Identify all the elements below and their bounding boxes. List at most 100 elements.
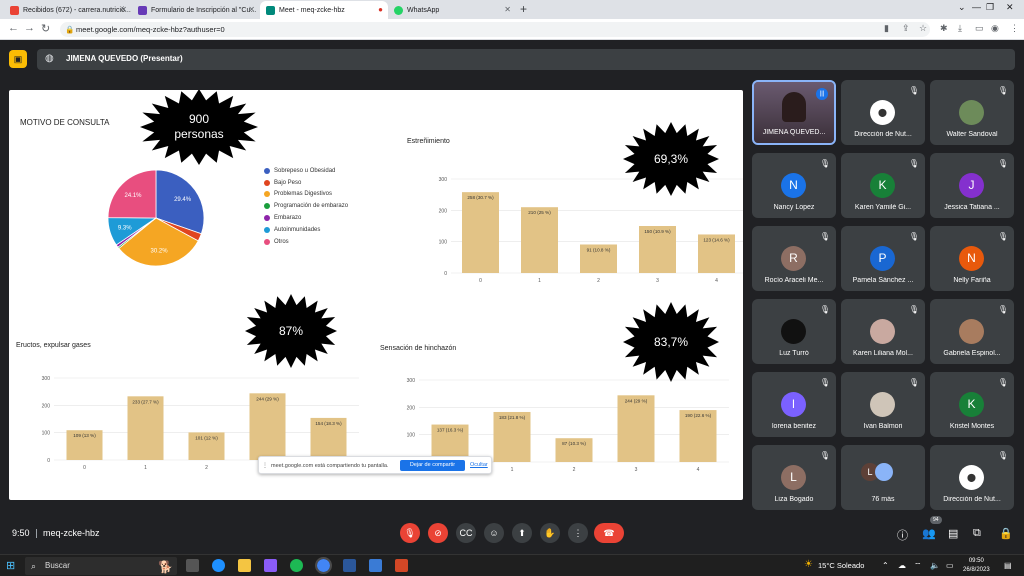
mic-off-icon: 🎙 — [997, 159, 1008, 168]
mail-icon[interactable] — [369, 559, 382, 572]
spotify-icon[interactable] — [290, 559, 303, 572]
share-notice-text: meet.google.com está compartiendo tu pan… — [271, 463, 389, 469]
close-window-icon[interactable]: ✕ — [1006, 2, 1014, 13]
participant-name: Karen Yamilé Gi... — [854, 204, 912, 211]
more-options-button[interactable]: ⋮ — [568, 523, 588, 543]
stop-sharing-button[interactable]: Dejar de compartir — [400, 460, 465, 471]
star-icon[interactable]: ☆ — [919, 23, 927, 34]
word-icon[interactable] — [343, 559, 356, 572]
sidepanel-icon[interactable]: ▭ — [975, 23, 984, 34]
people-icon[interactable]: 👥 — [922, 527, 936, 540]
present-screen-icon: ◍ — [45, 53, 54, 64]
bar-value-label: 150 (10.9 %) — [644, 229, 671, 234]
notifications-icon[interactable]: ▤ — [1004, 561, 1012, 570]
participant-tile[interactable]: ||| JIMENA QUEVED... — [752, 80, 836, 145]
recording-dot-icon[interactable]: ● — [378, 5, 383, 14]
bar-value-label: 233 (27.7 %) — [132, 399, 159, 404]
wifi-icon[interactable]: ⌔ — [914, 561, 922, 571]
participant-tile[interactable]: ⬤ 🎙 Dirección de Nut... — [930, 445, 1014, 510]
new-tab-button[interactable]: + — [520, 2, 527, 16]
reload-icon[interactable]: ↻ — [41, 22, 50, 35]
powerpoint-icon[interactable] — [395, 559, 408, 572]
legend-item: Programación de embarazo — [264, 200, 348, 212]
end-call-button[interactable]: ☎ — [594, 523, 624, 543]
presenter-bar[interactable]: ◍ JIMENA QUEVEDO (Presentar) — [37, 49, 1015, 70]
participant-tile[interactable]: P 🎙 Pamela Sánchez ... — [841, 226, 925, 291]
tab-formulario[interactable]: Formulario de Inscripción al "Cu... ✕ — [132, 1, 260, 19]
tab-meet[interactable]: Meet - meq-zcke-hbz ● — [260, 1, 388, 19]
camera-icon[interactable]: ▮ — [884, 23, 889, 34]
url-text: meet.google.com/meq-zcke-hbz?authuser=0 — [76, 25, 225, 34]
tab-gmail[interactable]: Recibidos (672) - carrera.nutrició... ✕ — [4, 1, 132, 19]
camera-off-button[interactable]: ⊘ — [428, 523, 448, 543]
chevron-up-icon[interactable]: ⌃ — [882, 561, 889, 570]
mic-off-icon: 🎙 — [908, 378, 919, 387]
participant-tile[interactable]: ⬤ 🎙 Dirección de Nut... — [841, 80, 925, 145]
weather-text[interactable]: 15°C Soleado — [818, 561, 864, 570]
participant-name: Gabriela Espinol... — [943, 350, 1001, 357]
participant-tile[interactable]: K 🎙 Karen Yamilé Gi... — [841, 153, 925, 218]
taskbar-clock[interactable]: 09:50 26/8/2023 — [963, 557, 990, 575]
participant-tile[interactable]: R 🎙 Rocío Araceli Me... — [752, 226, 836, 291]
chat-icon[interactable]: ▤ — [948, 527, 958, 540]
emoji-button[interactable]: ☺ — [484, 523, 504, 543]
logo-avatar: ⬤ — [870, 100, 895, 125]
extensions-icon[interactable]: ✱ — [940, 23, 948, 34]
chevron-down-icon[interactable]: ⌄ — [958, 2, 966, 13]
activities-icon[interactable]: ⧉ — [973, 527, 981, 540]
battery-icon[interactable]: ▭ — [946, 561, 954, 570]
presentation-icon[interactable]: ▣ — [9, 50, 27, 68]
restore-icon[interactable]: ❐ — [986, 2, 994, 13]
hide-button[interactable]: Ocultar — [470, 462, 488, 468]
back-icon[interactable]: ← — [8, 22, 19, 34]
participant-tile[interactable]: J 🎙 Jessica Tatiana ... — [930, 153, 1014, 218]
participant-tile[interactable]: L 76 más — [841, 445, 925, 510]
task-view-icon[interactable] — [186, 559, 199, 572]
chrome-icon[interactable] — [315, 557, 332, 574]
file-explorer-icon[interactable] — [238, 559, 251, 572]
app-icon[interactable] — [264, 559, 277, 572]
close-icon[interactable]: ✕ — [248, 5, 255, 14]
captions-button[interactable]: CC — [456, 523, 476, 543]
legend-swatch — [264, 179, 270, 186]
close-icon[interactable]: ✕ — [504, 5, 511, 14]
photo-avatar — [781, 319, 806, 344]
url-input[interactable]: 🔒 meet.google.com/meq-zcke-hbz?authuser=… — [60, 22, 930, 37]
minimize-icon[interactable]: — — [972, 2, 981, 12]
participant-tile[interactable]: 🎙 Luz Turró — [752, 299, 836, 364]
info-icon[interactable]: ⓘ — [897, 527, 908, 543]
person-silhouette — [782, 92, 806, 122]
participant-tile[interactable]: l 🎙 lorena benitez — [752, 372, 836, 437]
y-tick-label: 100 — [439, 240, 448, 246]
edge-icon[interactable] — [212, 559, 225, 572]
download-icon[interactable]: ⤓ — [958, 23, 962, 34]
participant-tile[interactable]: L 🎙 Liza Bogado — [752, 445, 836, 510]
participant-tile[interactable]: 🎙 Gabriela Espinol... — [930, 299, 1014, 364]
bar-value-label: 183 (21.8 %) — [499, 415, 526, 420]
forward-icon[interactable]: → — [24, 22, 35, 34]
participant-name: lorena benitez — [772, 423, 816, 430]
share-icon[interactable]: ⇪ — [902, 23, 910, 34]
participant-tile[interactable]: N 🎙 Nelly Fariña — [930, 226, 1014, 291]
taskbar-search-input[interactable]: ⌕ Buscar 🐕 — [25, 557, 177, 575]
volume-icon[interactable]: 🔈 — [930, 561, 940, 570]
participant-tile[interactable]: 🎙 Ivan Balmori — [841, 372, 925, 437]
raise-hand-button[interactable]: ✋ — [540, 523, 560, 543]
onedrive-icon[interactable]: ☁ — [898, 561, 906, 570]
participant-tile[interactable]: K 🎙 Kristel Montes — [930, 372, 1014, 437]
tab-whatsapp[interactable]: WhatsApp ✕ — [388, 1, 516, 19]
present-button[interactable]: ⬆ — [512, 523, 532, 543]
mic-off-button[interactable]: 🎙 — [400, 523, 420, 543]
menu-icon[interactable]: ⋮ — [1010, 23, 1019, 34]
profile-avatar[interactable]: ◉ — [991, 23, 999, 34]
host-controls-icon[interactable]: 🔒 — [999, 527, 1013, 540]
close-icon[interactable]: ✕ — [120, 5, 127, 14]
clock-time: 09:50 — [968, 558, 984, 564]
participant-tile[interactable]: N 🎙 Nancy Lopez — [752, 153, 836, 218]
participant-tile[interactable]: 🎙 Karen Liliana Mol... — [841, 299, 925, 364]
windows-start-icon[interactable]: ⊞ — [6, 559, 15, 572]
participant-tile[interactable]: 🎙 Walter Sandoval — [930, 80, 1014, 145]
legend-label: Embarazo — [274, 215, 302, 222]
clock-date: 26/8/2023 — [963, 567, 990, 573]
legend-item: Autoinmunidades — [264, 224, 348, 236]
